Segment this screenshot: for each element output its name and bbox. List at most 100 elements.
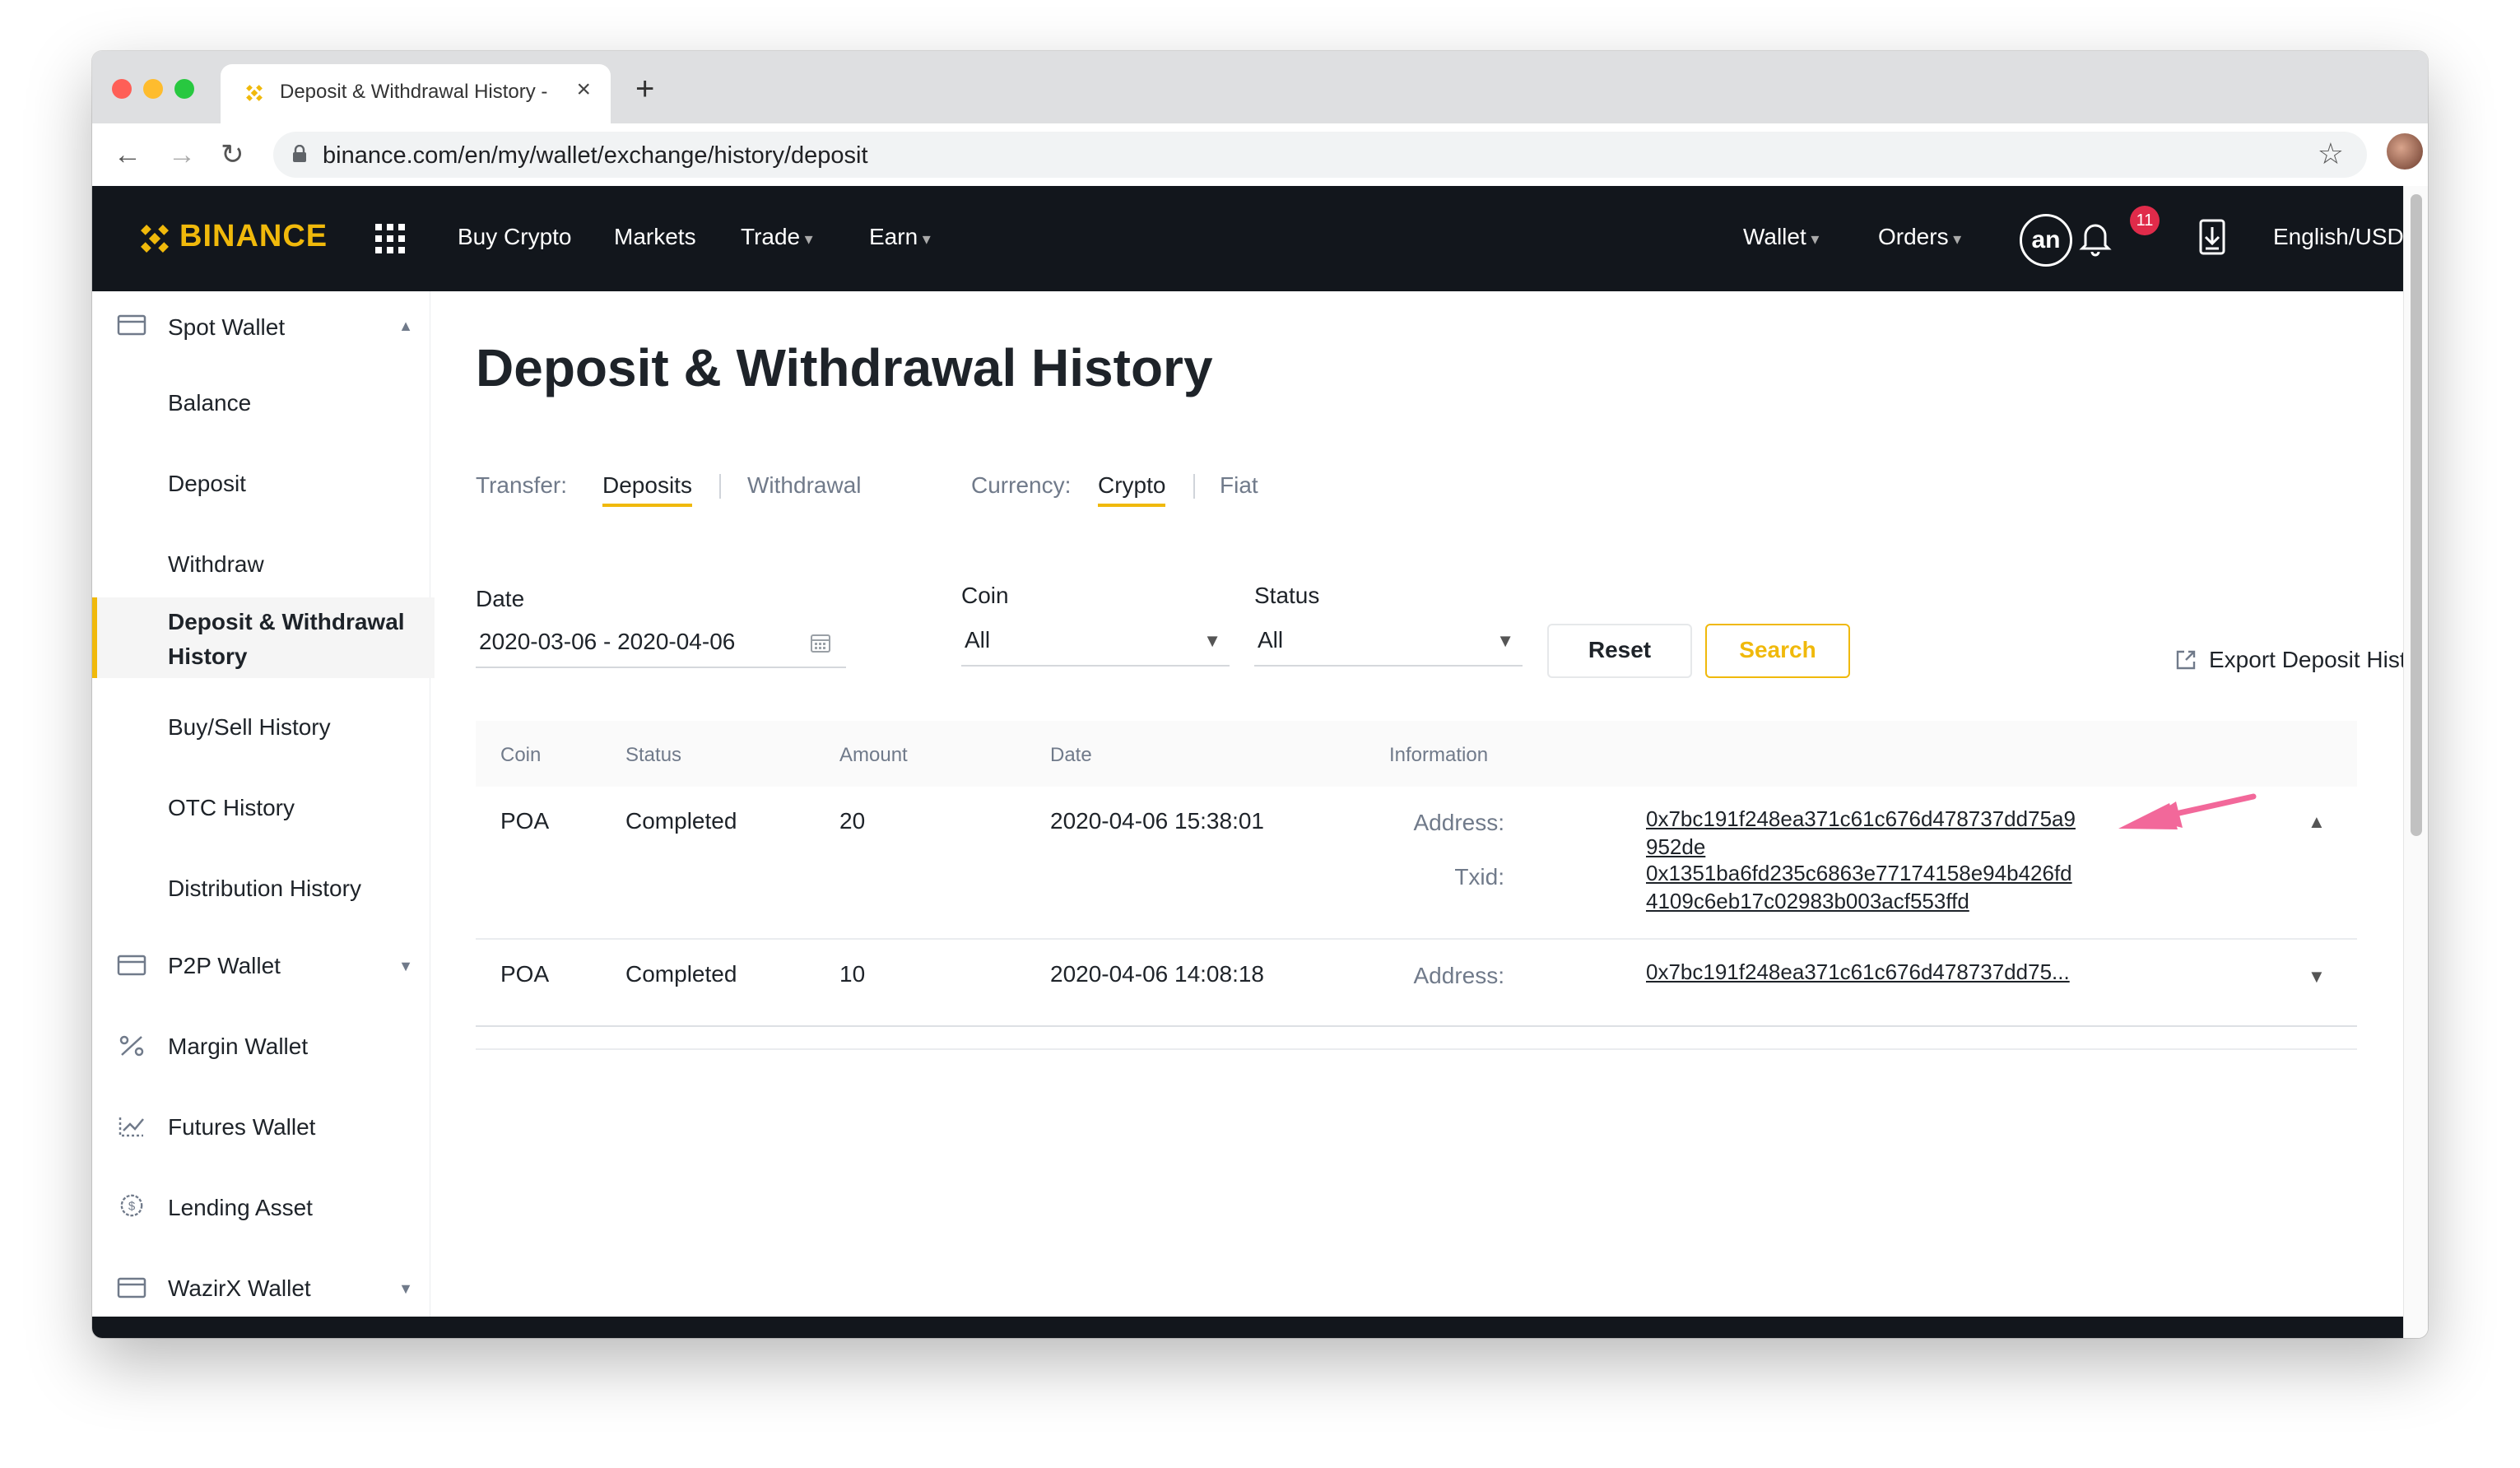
site-header: BINANCE Buy Crypto Markets Trade Earn Wa… <box>92 186 2404 291</box>
reset-button[interactable]: Reset <box>1547 624 1692 678</box>
profile-avatar[interactable] <box>2387 133 2423 170</box>
address-link[interactable]: 0x7bc191f248ea371c61c676d478737dd75... <box>1646 959 2070 985</box>
sidebar-item-wazirx-wallet[interactable]: WazirX Wallet ▼ <box>92 1257 430 1315</box>
nav-buy-crypto[interactable]: Buy Crypto <box>458 224 572 250</box>
sidebar-item-balance[interactable]: Balance <box>92 379 430 428</box>
url-text: binance.com/en/my/wallet/exchange/histor… <box>323 142 868 169</box>
tab-crypto[interactable]: Crypto <box>1098 472 1166 507</box>
txid-label: Txid: <box>1454 864 1504 890</box>
status-cell: Completed <box>625 961 737 987</box>
date-range-input[interactable]: 2020-03-06 - 2020-04-06 <box>476 620 846 668</box>
wallet-icon <box>117 1277 146 1298</box>
notification-badge: 11 <box>2130 206 2160 235</box>
collapse-row-icon[interactable]: ▲ <box>2308 811 2326 833</box>
lock-icon <box>293 145 306 162</box>
address-bar[interactable]: binance.com/en/my/wallet/exchange/histor… <box>273 132 2367 178</box>
transfer-label: Transfer: <box>476 472 567 498</box>
divider <box>476 1048 2357 1050</box>
sidebar: Spot Wallet ▲ Balance Deposit Withdraw D… <box>92 291 435 1338</box>
tab-close-icon[interactable]: × <box>576 76 591 104</box>
column-header-information: Information <box>1389 744 1489 766</box>
sidebar-item-spot-wallet[interactable]: Spot Wallet ▲ <box>92 300 430 349</box>
sidebar-item-otc-history[interactable]: OTC History <box>92 783 430 833</box>
tab-strip: Deposit & Withdrawal History - × + <box>92 51 2428 123</box>
sidebar-item-withdraw[interactable]: Withdraw <box>92 540 430 589</box>
back-icon[interactable]: ← <box>114 138 142 171</box>
divider <box>476 1025 2357 1027</box>
bell-icon[interactable] <box>2071 212 2120 262</box>
main-content: Deposit & Withdrawal History Transfer: D… <box>430 291 2428 1338</box>
forward-icon[interactable]: → <box>168 138 196 171</box>
locale-selector[interactable]: English/USD <box>2273 224 2416 250</box>
chevron-down-icon: ▼ <box>1203 630 1221 651</box>
tab-fiat[interactable]: Fiat <box>1220 472 1258 499</box>
amount-cell: 10 <box>839 961 866 987</box>
dollar-circle-icon: $ <box>120 1194 143 1217</box>
nav-trade[interactable]: Trade <box>741 224 813 250</box>
calendar-icon <box>811 634 830 653</box>
table-header: Coin Status Amount Date Information <box>476 721 2357 787</box>
tab-withdrawal[interactable]: Withdrawal <box>747 472 861 499</box>
nav-markets[interactable]: Markets <box>614 224 696 250</box>
scrollbar[interactable] <box>2403 186 2428 1338</box>
date-cell: 2020-04-06 15:38:01 <box>1050 808 1264 834</box>
new-tab-button[interactable]: + <box>635 72 654 105</box>
download-icon[interactable] <box>2196 217 2229 258</box>
status-select[interactable]: All ▼ <box>1254 619 1523 667</box>
scrollbar-thumb[interactable] <box>2411 194 2422 836</box>
export-icon <box>2176 650 2196 670</box>
sidebar-item-futures-wallet[interactable]: Futures Wallet <box>92 1096 430 1154</box>
nav-earn[interactable]: Earn <box>869 224 931 250</box>
tab-deposits[interactable]: Deposits <box>602 472 692 507</box>
column-header-date: Date <box>1050 744 1092 766</box>
reload-icon[interactable]: ↻ <box>221 138 244 171</box>
address-link[interactable]: 952de <box>1646 834 1705 860</box>
status-label: Status <box>1254 583 1320 608</box>
expand-row-icon[interactable]: ▼ <box>2308 966 2326 987</box>
logo-text[interactable]: BINANCE <box>179 219 328 254</box>
browser-toolbar: ← → ↻ binance.com/en/my/wallet/exchange/… <box>92 123 2428 187</box>
export-deposit-history-link[interactable]: Export Deposit History <box>2209 647 2428 673</box>
txid-link[interactable]: 0x1351ba6fd235c6863e77174158e94b426fd <box>1646 861 2072 886</box>
sidebar-item-p2p-wallet[interactable]: P2P Wallet ▼ <box>92 935 430 992</box>
percent-icon <box>119 1035 144 1057</box>
column-header-coin: Coin <box>500 744 542 766</box>
maximize-window-button[interactable] <box>174 79 194 99</box>
wallet-icon <box>117 314 146 336</box>
currency-label: Currency: <box>971 472 1072 498</box>
sidebar-item-deposit-withdrawal-history[interactable]: Deposit & Withdrawal History <box>92 597 435 678</box>
txid-link[interactable]: 4109c6eb17c02983b003acf553ffd <box>1646 889 1969 914</box>
column-header-amount: Amount <box>839 744 908 766</box>
sidebar-item-deposit[interactable]: Deposit <box>92 459 430 509</box>
chevron-down-icon: ▼ <box>398 1280 413 1297</box>
search-button[interactable]: Search <box>1705 624 1850 678</box>
divider <box>1193 474 1195 499</box>
address-link[interactable]: 0x7bc191f248ea371c61c676d478737dd75a9 <box>1646 806 2076 832</box>
user-avatar[interactable]: an <box>2020 214 2072 267</box>
apps-grid-icon[interactable] <box>375 224 405 253</box>
chevron-up-icon: ▲ <box>398 318 413 334</box>
date-label: Date <box>476 586 525 611</box>
browser-tab[interactable]: Deposit & Withdrawal History - × <box>221 64 611 123</box>
minimize-window-button[interactable] <box>143 79 163 99</box>
amount-cell: 20 <box>839 808 866 834</box>
sidebar-item-lending-asset[interactable]: $ Lending Asset <box>92 1177 430 1234</box>
divider <box>476 938 2357 940</box>
nav-orders[interactable]: Orders <box>1878 224 1961 250</box>
star-icon[interactable]: ☆ <box>2318 137 2344 171</box>
futures-icon <box>119 1117 144 1137</box>
coin-select[interactable]: All ▼ <box>961 619 1230 667</box>
page-title: Deposit & Withdrawal History <box>476 338 1213 397</box>
wallet-icon <box>117 955 146 976</box>
binance-logo-icon[interactable] <box>133 217 176 260</box>
address-label: Address: <box>1413 963 1505 988</box>
coin-cell: POA <box>500 961 550 987</box>
date-cell: 2020-04-06 14:08:18 <box>1050 961 1264 987</box>
sidebar-item-margin-wallet[interactable]: Margin Wallet <box>92 1015 430 1073</box>
nav-wallet[interactable]: Wallet <box>1743 224 1819 250</box>
footer-bar <box>92 1317 2403 1338</box>
sidebar-item-buy-sell-history[interactable]: Buy/Sell History <box>92 703 430 752</box>
sidebar-item-distribution-history[interactable]: Distribution History <box>92 864 430 913</box>
svg-text:$: $ <box>128 1200 136 1214</box>
close-window-button[interactable] <box>112 79 132 99</box>
